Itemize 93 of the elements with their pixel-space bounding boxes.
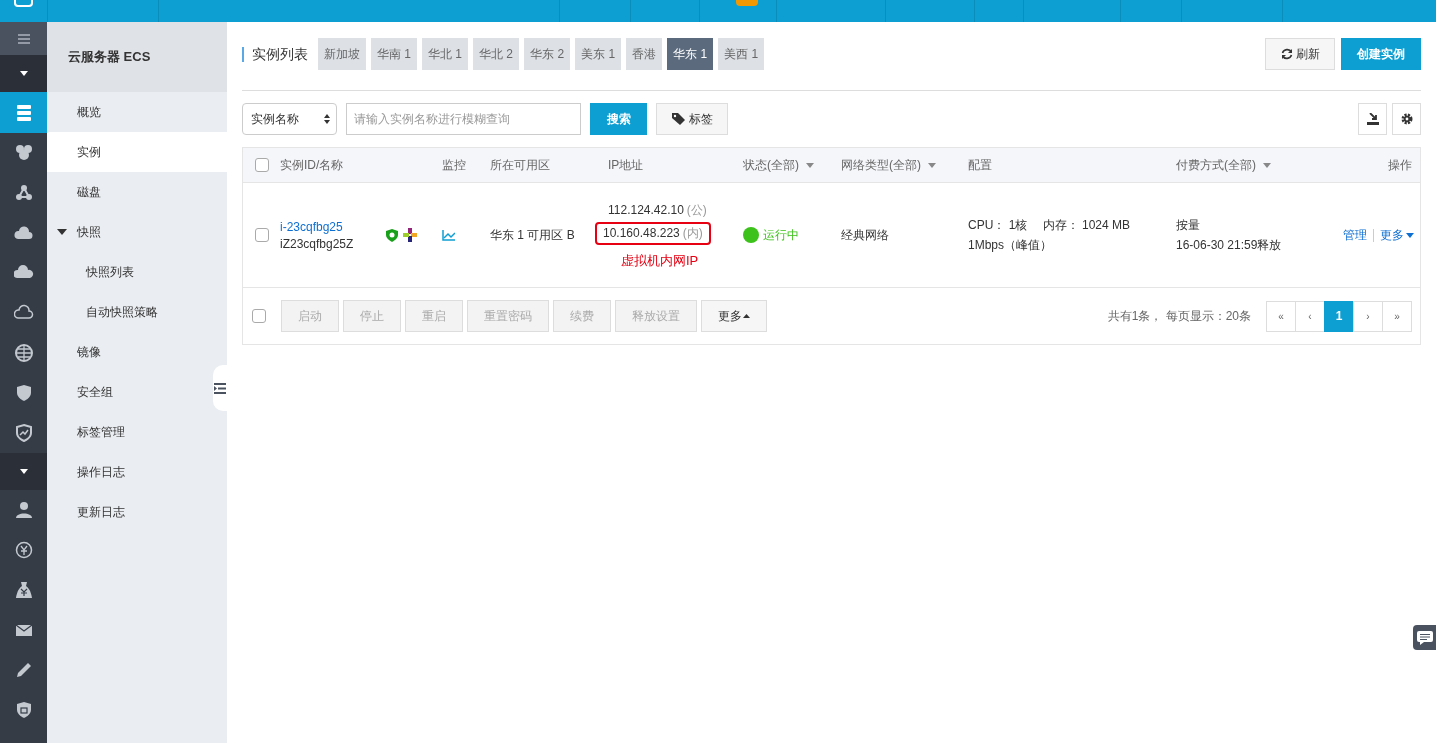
list-icon bbox=[214, 382, 226, 394]
select-all-checkbox[interactable] bbox=[252, 309, 266, 323]
sort-arrows-icon bbox=[324, 114, 330, 124]
sidebar-item[interactable]: 实例 bbox=[47, 132, 227, 172]
billing-text: 按量 bbox=[1176, 216, 1200, 234]
sidebar-item[interactable]: 快照 bbox=[77, 223, 101, 241]
zone-text: 华东 1 可用区 B bbox=[490, 226, 575, 244]
region-tab[interactable]: 新加坡 bbox=[318, 38, 366, 70]
column-header: 实例ID/名称 bbox=[280, 156, 344, 174]
shield-icon[interactable] bbox=[13, 423, 34, 443]
page-button[interactable]: ‹ bbox=[1295, 300, 1325, 332]
action-button: 启动 bbox=[281, 300, 339, 332]
sidebar-item[interactable]: 安全组 bbox=[47, 372, 213, 412]
region-tab[interactable]: 香港 bbox=[626, 38, 663, 70]
more-link[interactable]: 更多 bbox=[1380, 226, 1414, 244]
page-title: 实例列表 bbox=[242, 46, 308, 62]
row-checkbox[interactable] bbox=[254, 228, 269, 242]
select-all-checkbox[interactable] bbox=[254, 158, 269, 172]
instance-name: iZ23cqfbg25Z bbox=[280, 236, 354, 251]
region-tab[interactable]: 华北 1 bbox=[422, 38, 469, 70]
sidebar-item[interactable]: 更新日志 bbox=[47, 492, 213, 532]
sidebar-item[interactable]: 镜像 bbox=[47, 332, 213, 372]
page-button[interactable]: » bbox=[1382, 300, 1412, 332]
column-header[interactable]: 状态(全部) bbox=[743, 156, 799, 174]
action-button: 重置密码 bbox=[467, 300, 549, 332]
action-button: 释放设置 bbox=[615, 300, 697, 332]
sidebar-item[interactable]: 标签管理 bbox=[47, 412, 213, 452]
action-button[interactable]: 更多 bbox=[701, 300, 767, 332]
search-type-select[interactable]: 实例名称 bbox=[242, 103, 337, 135]
sidebar-item[interactable]: 快照列表 bbox=[47, 252, 213, 292]
network-icon[interactable] bbox=[13, 183, 34, 203]
region-tab[interactable]: 华东 2 bbox=[524, 38, 571, 70]
collapse-handle[interactable] bbox=[213, 365, 227, 411]
sidebar-title: 云服务器 ECS bbox=[68, 48, 151, 66]
ip-type: (内) bbox=[682, 226, 703, 240]
column-header[interactable]: 网络类型(全部) bbox=[841, 156, 921, 174]
tag-button[interactable]: 标签 bbox=[656, 103, 728, 135]
config-text: CPU： 1核 内存： 1024 MB bbox=[968, 216, 1131, 234]
manage-link[interactable]: 管理 bbox=[1343, 226, 1367, 244]
menu-icon[interactable] bbox=[17, 33, 30, 44]
caret-icon bbox=[743, 314, 750, 319]
caret-icon[interactable] bbox=[19, 469, 28, 474]
sidebar-item[interactable]: 磁盘 bbox=[47, 172, 213, 212]
status-text: 运行中 bbox=[763, 226, 799, 244]
shield-icon bbox=[386, 228, 399, 242]
coin-icon[interactable] bbox=[13, 540, 34, 560]
column-header: IP地址 bbox=[608, 156, 644, 174]
chat-button[interactable] bbox=[1413, 625, 1436, 650]
search-field[interactable]: 请输入实例名称进行模糊查询 bbox=[346, 103, 581, 135]
config-text: 1Mbps（峰值） bbox=[968, 236, 1053, 254]
globe-icon[interactable] bbox=[13, 343, 34, 363]
region-tab[interactable]: 美西 1 bbox=[718, 38, 765, 70]
sidebar-item[interactable]: 自动快照策略 bbox=[47, 292, 213, 332]
refresh-icon bbox=[1280, 48, 1293, 60]
sidebar-item[interactable]: 操作日志 bbox=[47, 452, 213, 492]
column-header: 配置 bbox=[968, 156, 992, 174]
column-header: 监控 bbox=[442, 156, 466, 174]
user-icon[interactable] bbox=[13, 500, 34, 520]
pagination-summary: 共有1条， 每页显示：20条 bbox=[1107, 307, 1251, 325]
column-header: 操作 bbox=[1388, 156, 1412, 174]
column-header: 所在可用区 bbox=[490, 156, 550, 174]
export-button[interactable] bbox=[1358, 103, 1387, 135]
network-type: 经典网络 bbox=[841, 226, 889, 244]
annotation-text: 虚拟机内网IP bbox=[621, 252, 699, 270]
download-icon bbox=[1366, 113, 1379, 125]
billing-text: 16-06-30 21:59释放 bbox=[1176, 236, 1282, 254]
action-button: 续费 bbox=[553, 300, 611, 332]
page-button[interactable]: › bbox=[1353, 300, 1383, 332]
tag-icon bbox=[671, 113, 686, 125]
chart-icon[interactable] bbox=[442, 229, 455, 241]
sidebar-item[interactable]: 概览 bbox=[47, 92, 213, 132]
action-button: 停止 bbox=[343, 300, 401, 332]
caret-icon[interactable] bbox=[57, 229, 67, 235]
settings-icon bbox=[1400, 113, 1413, 125]
action-button: 重启 bbox=[405, 300, 463, 332]
caret-icon bbox=[1406, 232, 1414, 238]
ip-type: (公) bbox=[686, 203, 707, 217]
caret-icon[interactable] bbox=[19, 71, 28, 76]
region-tab[interactable]: 华南 1 bbox=[371, 38, 417, 70]
ip-address: 10.160.48.223 bbox=[603, 226, 680, 240]
ip-address: 112.124.42.10 bbox=[608, 203, 684, 217]
region-tab[interactable]: 华北 2 bbox=[473, 38, 520, 70]
chat-icon bbox=[1416, 630, 1433, 645]
os-logo-icon bbox=[403, 228, 418, 242]
region-tab[interactable]: 美东 1 bbox=[575, 38, 622, 70]
refresh-button[interactable]: 刷新 bbox=[1265, 38, 1335, 70]
page-button[interactable]: « bbox=[1266, 300, 1296, 332]
region-tab[interactable]: 华东 1 bbox=[667, 38, 714, 70]
money-bag-icon[interactable] bbox=[13, 580, 34, 600]
cluster-icon[interactable] bbox=[13, 143, 34, 163]
instance-id-link[interactable]: i-23cqfbg25 bbox=[280, 219, 343, 234]
settings-button[interactable] bbox=[1392, 103, 1421, 135]
column-header[interactable]: 付费方式(全部) bbox=[1176, 156, 1256, 174]
